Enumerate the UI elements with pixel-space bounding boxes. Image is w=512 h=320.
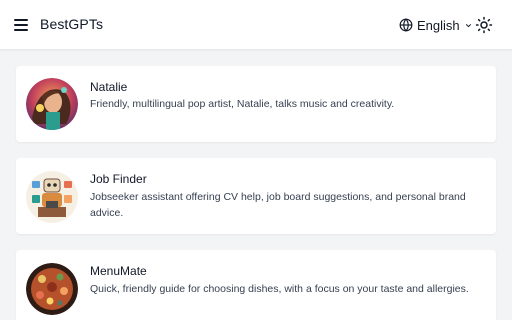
- brand-title[interactable]: BestGPTs: [40, 16, 103, 32]
- avatar: [26, 263, 78, 315]
- avatar: [26, 78, 78, 130]
- globe-icon: [399, 18, 413, 32]
- card-description: Jobseeker assistant offering CV help, jo…: [90, 191, 466, 219]
- card-title: Natalie: [90, 80, 128, 94]
- gpt-card[interactable]: Job Finder Jobseeker assistant offering …: [16, 158, 496, 234]
- menu-line: [14, 24, 28, 26]
- chevron-down-icon: [465, 23, 471, 27]
- menu-line: [14, 29, 28, 31]
- language-label: English: [417, 17, 460, 33]
- gpt-card[interactable]: Natalie Friendly, multilingual pop artis…: [16, 66, 496, 142]
- avatar: [26, 171, 78, 223]
- gpt-card[interactable]: MenuMate Quick, friendly guide for choos…: [16, 250, 496, 320]
- hamburger-menu-icon[interactable]: [14, 16, 32, 34]
- card-title: MenuMate: [90, 264, 147, 278]
- language-selector[interactable]: English: [399, 15, 473, 35]
- top-bar: BestGPTs English: [0, 0, 512, 50]
- card-description: Quick, friendly guide for choosing dishe…: [90, 283, 469, 295]
- card-title: Job Finder: [90, 172, 147, 186]
- menu-line: [14, 19, 28, 21]
- sun-icon: [475, 16, 493, 34]
- card-description: Friendly, multilingual pop artist, Natal…: [90, 98, 395, 110]
- theme-toggle-button[interactable]: [475, 16, 493, 34]
